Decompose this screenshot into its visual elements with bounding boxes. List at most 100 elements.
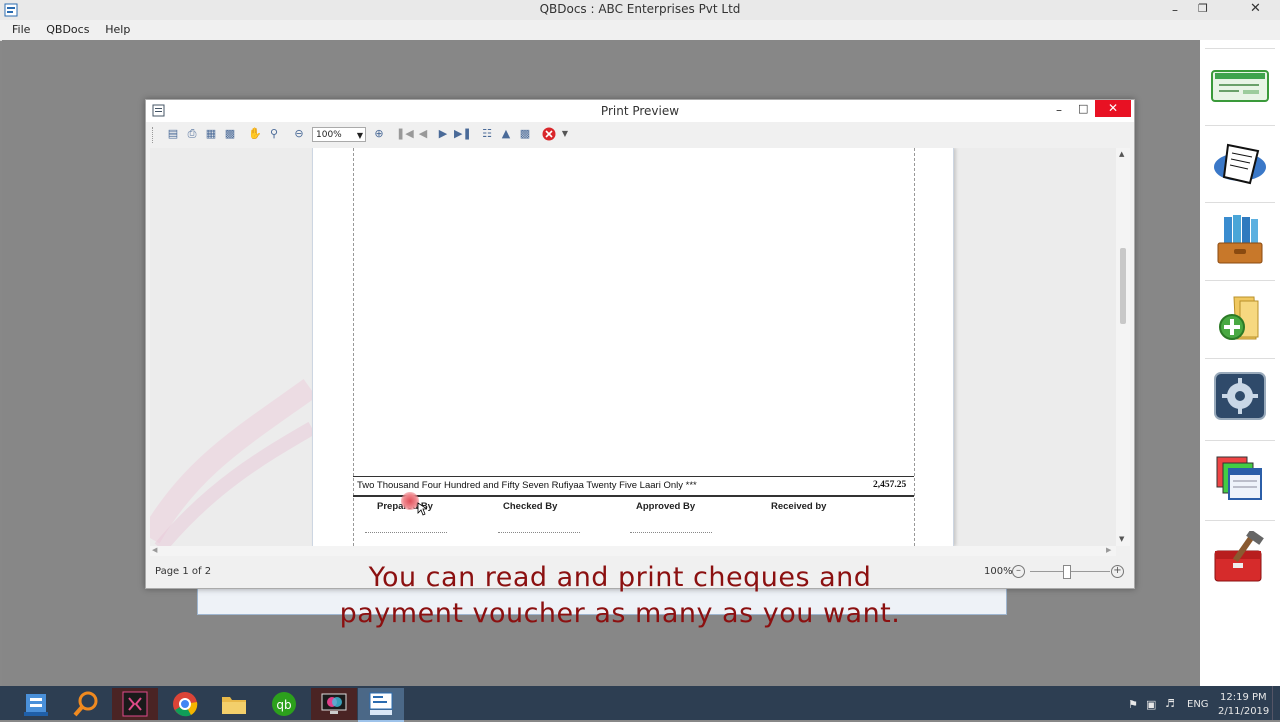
menu-qbdocs[interactable]: QBDocs	[40, 20, 95, 39]
restore-icon[interactable]: ❐	[1198, 2, 1208, 15]
status-zoom-out-icon[interactable]: –	[1012, 565, 1025, 578]
signature-received-by: Received by	[771, 501, 827, 512]
receipt-printer-icon	[1214, 143, 1266, 185]
toolbar-grip	[152, 127, 155, 143]
scroll-right-icon[interactable]: ▶	[1106, 546, 1111, 554]
taskbar-qbdocs[interactable]	[358, 688, 404, 722]
tray-network-icon[interactable]: ▣	[1146, 698, 1156, 711]
show-desktop-button[interactable]	[1272, 686, 1280, 720]
print-preview-title: Print Preview	[600, 104, 680, 118]
qbdocs-icon	[369, 692, 393, 715]
settings-gear-icon	[1214, 372, 1266, 420]
last-page-icon[interactable]: ▶❚	[454, 127, 472, 141]
add-folder-button[interactable]	[1205, 280, 1275, 355]
taskbar-folder[interactable]	[211, 688, 257, 720]
signature-line	[365, 532, 447, 533]
preview-canvas: Two Thousand Four Hundred and Fifty Seve…	[150, 148, 1116, 546]
first-page-icon[interactable]: ❚◀	[396, 127, 414, 141]
file-binders-icon	[1217, 215, 1263, 264]
export-icon[interactable]: ▩	[223, 127, 237, 141]
scroll-down-icon[interactable]: ▼	[1119, 535, 1124, 543]
print-preview-title-bar: Print Preview – □ ✕	[146, 100, 1134, 122]
windows-button[interactable]	[1205, 440, 1275, 515]
vertical-scroll-thumb[interactable]	[1120, 248, 1126, 324]
taskbar-monitor-app[interactable]	[311, 688, 357, 720]
minimize-icon[interactable]: –	[1056, 103, 1062, 117]
taskbar-chrome[interactable]	[162, 688, 208, 720]
menu-help[interactable]: Help	[99, 20, 136, 39]
signature-checked-by: Checked By	[503, 501, 558, 512]
menu-file[interactable]: File	[6, 20, 36, 39]
folder-icon	[222, 697, 246, 714]
page-color-icon[interactable]: ▲	[499, 127, 513, 141]
minimize-icon[interactable]: –	[1172, 3, 1178, 17]
receipt-button[interactable]	[1205, 125, 1275, 200]
tray-flag-icon[interactable]: ⚑	[1128, 698, 1138, 711]
monitor-app-icon	[321, 693, 347, 714]
previous-page-icon[interactable]: ◀	[416, 127, 430, 141]
archive-button[interactable]	[1205, 202, 1275, 277]
zoom-slider-thumb[interactable]	[1063, 565, 1071, 579]
close-icon: ✕	[1107, 101, 1119, 115]
print-icon[interactable]: ⎙	[185, 127, 199, 141]
taskbar-search[interactable]	[63, 688, 109, 720]
magnifier-icon[interactable]: ⚲	[267, 127, 281, 141]
print-setup-icon[interactable]: ▤	[166, 127, 180, 141]
taskbar-quickbooks[interactable]: qb	[261, 688, 307, 720]
print-preview-toolbar: ▤ ⎙ ▦ ▩ ✋ ⚲ ⊖ 100% ▼ ⊕ ❚◀ ◀ ▶ ▶❚ ☷ ▲ ▩ ▼	[152, 124, 572, 146]
cheque-button[interactable]	[1205, 48, 1275, 123]
scroll-left-icon[interactable]: ◀	[152, 546, 157, 554]
quickbooks-icon: qb	[272, 692, 296, 716]
zoom-out-icon[interactable]: ⊖	[292, 127, 306, 141]
svg-text:qb: qb	[276, 698, 291, 712]
tray-volume-icon[interactable]: ♬	[1165, 697, 1175, 710]
taskbar-media-app[interactable]	[112, 688, 158, 720]
vertical-scrollbar[interactable]: ▲ ▼	[1116, 148, 1130, 546]
horizontal-scrollbar[interactable]: ◀ ▶	[150, 546, 1116, 556]
caption-line-2: payment voucher as many as you want.	[339, 598, 901, 629]
caption-line-1: You can read and print cheques and	[368, 562, 872, 593]
windows-stack-icon	[1216, 456, 1262, 500]
page-indicator: Page 1 of 2	[155, 566, 212, 577]
hand-tool-icon[interactable]: ✋	[248, 127, 262, 141]
signature-line	[498, 532, 580, 533]
zoom-value: 100%	[316, 130, 342, 140]
print-preview-window: Print Preview – □ ✕ ▤ ⎙ ▦ ▩ ✋ ⚲ ⊖ 100% ▼ …	[145, 99, 1135, 589]
amount-in-words: Two Thousand Four Hundred and Fifty Seve…	[357, 480, 697, 491]
close-icon[interactable]: ✕	[1250, 1, 1261, 16]
settings-button[interactable]	[1205, 358, 1275, 433]
tray-time[interactable]: 12:19 PM	[1220, 692, 1267, 703]
page-setup-icon[interactable]: ▦	[204, 127, 218, 141]
zoom-in-icon[interactable]: ⊕	[372, 127, 386, 141]
toolbar-overflow-icon[interactable]: ▼	[558, 127, 572, 141]
app-title-bar: QBDocs : ABC Enterprises Pvt Ltd – ❐ ✕	[0, 0, 1280, 20]
media-app-icon	[122, 691, 148, 717]
status-zoom-in-icon[interactable]: +	[1111, 565, 1124, 578]
zoom-select[interactable]: 100% ▼	[312, 127, 366, 142]
amount-bottom-line	[353, 495, 914, 497]
tools-button[interactable]	[1205, 520, 1275, 595]
maximize-icon[interactable]: □	[1078, 102, 1088, 115]
multi-page-icon[interactable]: ☷	[480, 127, 494, 141]
search-icon	[73, 691, 98, 717]
close-button[interactable]: ✕	[1095, 100, 1131, 117]
next-page-icon[interactable]: ▶	[436, 127, 450, 141]
chrome-icon	[173, 692, 198, 717]
signature-line	[630, 532, 712, 533]
side-panel	[1200, 40, 1280, 686]
scroll-up-icon[interactable]: ▲	[1119, 150, 1124, 158]
amount-top-line	[353, 476, 914, 477]
taskbar-file-explorer[interactable]	[13, 688, 59, 720]
menu-bar: File QBDocs Help	[0, 20, 1280, 41]
tray-language[interactable]: ENG	[1187, 699, 1209, 710]
taskbar: qb ⚑ ▣ ♬ ENG 12:19 PM 2/11/2019	[0, 686, 1280, 722]
tray-date[interactable]: 2/11/2019	[1218, 706, 1269, 717]
watermark-icon[interactable]: ▩	[518, 127, 532, 141]
file-explorer-icon	[24, 694, 48, 716]
close-circle-icon	[542, 127, 556, 141]
app-title: QBDocs : ABC Enterprises Pvt Ltd	[539, 2, 741, 16]
close-preview-button[interactable]	[542, 127, 556, 141]
amount-figure: 2,457.25	[873, 480, 907, 490]
decorative-swirl	[150, 379, 312, 546]
mouse-cursor-icon	[417, 502, 427, 516]
